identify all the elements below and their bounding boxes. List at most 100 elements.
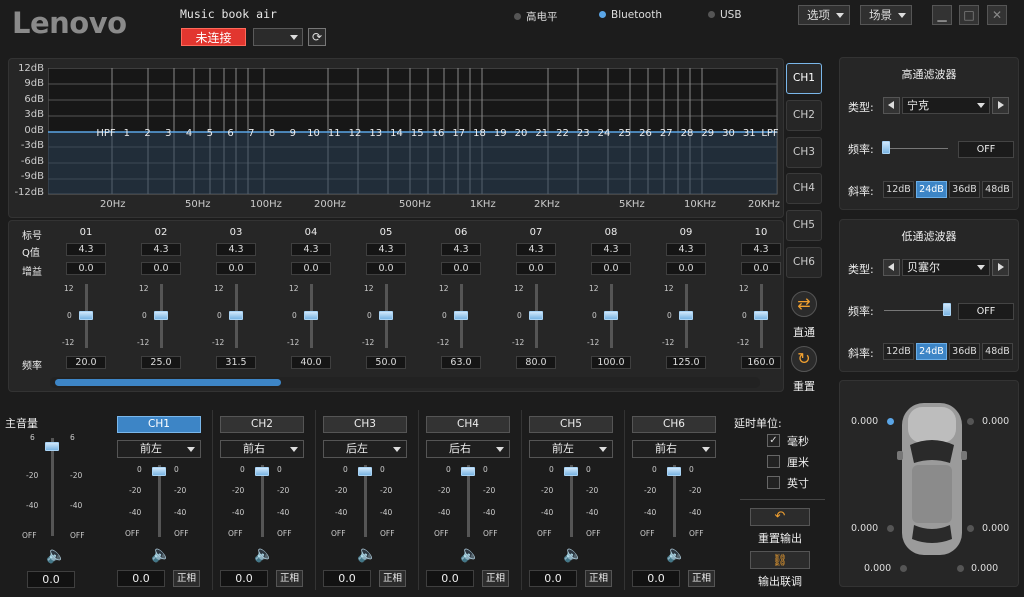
delay-rear-left[interactable]: 0.000 <box>864 563 891 574</box>
band-marker[interactable]: 13 <box>369 128 382 139</box>
master-volume-knob[interactable] <box>45 442 59 451</box>
delay-rear-right[interactable]: 0.000 <box>971 563 998 574</box>
delay-mid-right[interactable]: 0.000 <box>982 523 1009 534</box>
band-freq-input[interactable]: 80.0 <box>516 356 556 369</box>
output-volume-knob[interactable] <box>358 467 372 476</box>
band-q-input[interactable]: 4.3 <box>666 243 706 256</box>
eq-response-graph[interactable]: HPF 1 2 3 4 5 6 7 8 9 10 11 12 13 14 15 16 17 18 19 20 21 22 23… <box>48 68 778 195</box>
band-marker[interactable]: 2 <box>144 128 150 139</box>
band-gain-input[interactable]: 0.0 <box>516 262 556 275</box>
delay-mid-left[interactable]: 0.000 <box>851 523 878 534</box>
unit-ms-checkbox[interactable]: ✓ <box>767 434 780 447</box>
band-gain-input[interactable]: 0.0 <box>291 262 331 275</box>
band-marker[interactable]: 21 <box>535 128 548 139</box>
speaker-mute-icon[interactable]: 🔈 <box>460 544 480 563</box>
band-marker[interactable]: 28 <box>681 128 694 139</box>
speaker-rr-icon[interactable] <box>957 565 964 572</box>
band-gain-input[interactable]: 0.0 <box>441 262 481 275</box>
band-gain-slider[interactable] <box>679 311 693 320</box>
band-marker[interactable]: HPF <box>96 128 116 139</box>
channel-tab-ch2[interactable]: CH2 <box>786 100 822 131</box>
channel-tab-ch1[interactable]: CH1 <box>786 63 822 94</box>
device-select[interactable] <box>253 28 303 46</box>
band-q-input[interactable]: 4.3 <box>66 243 106 256</box>
lpf-freq-value[interactable]: OFF <box>958 303 1014 320</box>
band-marker[interactable]: 11 <box>328 128 341 139</box>
band-gain-slider[interactable] <box>454 311 468 320</box>
lpf-slope-36db[interactable]: 36dB <box>949 343 980 360</box>
output-volume-knob[interactable] <box>255 467 269 476</box>
eq-scrollbar-thumb[interactable] <box>55 379 281 386</box>
band-gain-slider[interactable] <box>604 311 618 320</box>
band-gain-input[interactable]: 0.0 <box>366 262 406 275</box>
link-icon[interactable]: ⛓ <box>750 551 810 569</box>
phase-button[interactable]: 正相 <box>379 570 406 587</box>
hpf-freq-track[interactable] <box>884 148 948 149</box>
band-marker[interactable]: 23 <box>577 128 590 139</box>
master-volume-track[interactable] <box>51 438 54 536</box>
band-marker[interactable]: 19 <box>494 128 507 139</box>
band-freq-input[interactable]: 31.5 <box>216 356 256 369</box>
band-gain-input[interactable]: 0.0 <box>591 262 631 275</box>
channel-tab-ch5[interactable]: CH5 <box>786 210 822 241</box>
hpf-slope-48db[interactable]: 48dB <box>982 181 1013 198</box>
band-gain-input[interactable]: 0.0 <box>216 262 256 275</box>
hpf-slope-24db[interactable]: 24dB <box>916 181 947 198</box>
output-volume-value[interactable]: 0.0 <box>323 570 371 587</box>
lpf-type-prev-icon[interactable] <box>883 259 900 276</box>
speaker-mr-icon[interactable] <box>967 525 974 532</box>
band-marker[interactable]: 25 <box>618 128 631 139</box>
unit-inch-checkbox[interactable] <box>767 476 780 489</box>
output-channel-tab[interactable]: CH6 <box>632 416 716 433</box>
output-position-select[interactable]: 前左 <box>117 440 201 458</box>
band-gain-slider[interactable] <box>154 311 168 320</box>
band-gain-input[interactable]: 0.0 <box>141 262 181 275</box>
band-marker[interactable]: LPF <box>761 128 778 139</box>
output-channel-tab[interactable]: CH3 <box>323 416 407 433</box>
output-position-select[interactable]: 后右 <box>426 440 510 458</box>
hpf-slope-36db[interactable]: 36dB <box>949 181 980 198</box>
hpf-type-select[interactable]: 宁克 <box>902 97 990 114</box>
output-position-select[interactable]: 前右 <box>220 440 304 458</box>
refresh-icon[interactable]: ⟳ <box>308 28 326 46</box>
band-q-input[interactable]: 4.3 <box>591 243 631 256</box>
output-volume-value[interactable]: 0.0 <box>426 570 474 587</box>
close-button[interactable]: ✕ <box>987 5 1007 25</box>
output-volume-value[interactable]: 0.0 <box>117 570 165 587</box>
speaker-mute-icon[interactable]: 🔈 <box>46 545 66 564</box>
speaker-mute-icon[interactable]: 🔈 <box>357 544 377 563</box>
band-marker[interactable]: 26 <box>639 128 652 139</box>
lpf-freq-slider[interactable] <box>943 303 951 316</box>
band-marker[interactable]: 6 <box>227 128 233 139</box>
phase-button[interactable]: 正相 <box>482 570 509 587</box>
band-marker[interactable]: 12 <box>349 128 362 139</box>
speaker-ml-icon[interactable] <box>887 525 894 532</box>
speaker-mute-icon[interactable]: 🔈 <box>563 544 583 563</box>
output-volume-value[interactable]: 0.0 <box>632 570 680 587</box>
hpf-freq-value[interactable]: OFF <box>958 141 1014 158</box>
source-high-level[interactable]: 高电平 <box>514 9 558 24</box>
band-marker[interactable]: 29 <box>701 128 714 139</box>
band-gain-input[interactable]: 0.0 <box>66 262 106 275</box>
band-q-input[interactable]: 4.3 <box>141 243 181 256</box>
band-q-input[interactable]: 4.3 <box>291 243 331 256</box>
channel-tab-ch4[interactable]: CH4 <box>786 173 822 204</box>
output-channel-tab[interactable]: CH5 <box>529 416 613 433</box>
band-marker[interactable]: 8 <box>269 128 275 139</box>
lpf-type-select[interactable]: 贝塞尔 <box>902 259 990 276</box>
output-position-select[interactable]: 前左 <box>529 440 613 458</box>
hpf-type-next-icon[interactable] <box>992 97 1009 114</box>
band-q-input[interactable]: 4.3 <box>516 243 556 256</box>
band-marker[interactable]: 3 <box>165 128 171 139</box>
speaker-mute-icon[interactable]: 🔈 <box>254 544 274 563</box>
lpf-slope-12db[interactable]: 12dB <box>883 343 914 360</box>
band-marker[interactable]: 10 <box>307 128 320 139</box>
band-q-input[interactable]: 4.3 <box>441 243 481 256</box>
band-gain-slider[interactable] <box>229 311 243 320</box>
connect-button[interactable]: 未连接 <box>181 28 246 46</box>
phase-button[interactable]: 正相 <box>173 570 200 587</box>
band-marker[interactable]: 31 <box>743 128 756 139</box>
master-volume-value[interactable]: 0.0 <box>27 571 75 588</box>
hpf-freq-slider[interactable] <box>882 141 890 154</box>
delay-front-right[interactable]: 0.000 <box>982 416 1009 427</box>
